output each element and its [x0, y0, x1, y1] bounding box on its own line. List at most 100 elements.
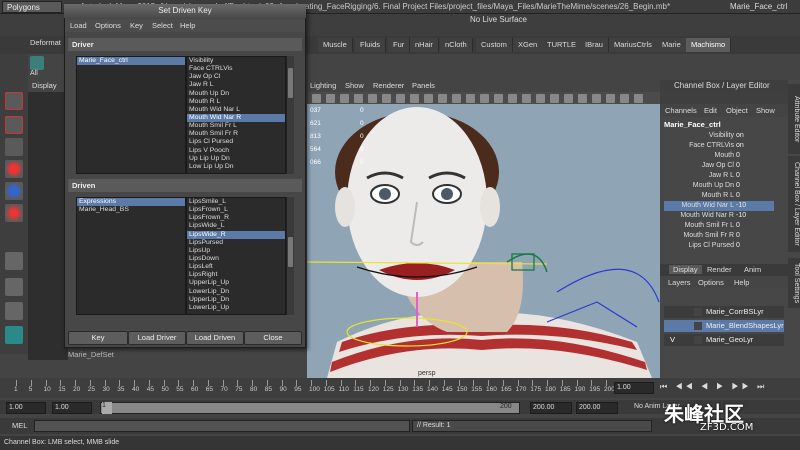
channel-value[interactable]: -10	[736, 201, 746, 211]
driven-attribute-list[interactable]: LipsSmile_L LipsFrown_L LipsFrown_R LipsWid…	[186, 197, 286, 315]
shelf-tab-fluids[interactable]: Fluids	[355, 38, 387, 52]
playback-controls[interactable]: ⏮ ◀◀ ◀ ▶ ▶▶ ⏭	[660, 382, 780, 394]
driven-attribute-item[interactable]: UpperLip_Up	[187, 279, 285, 287]
outliner-panel[interactable]	[28, 80, 68, 360]
viewport-tool-icon[interactable]	[592, 94, 601, 103]
driven-attribute-item[interactable]: LipsWide_R	[187, 230, 285, 239]
viewport-tool-icon[interactable]	[340, 94, 349, 103]
channel-row[interactable]: Visibility on	[664, 131, 774, 141]
mel-label[interactable]: MEL	[12, 421, 27, 430]
shelf-tab-muscle[interactable]: Muscle	[318, 38, 353, 52]
driver-attribute-item[interactable]: Lips Cl Pursed	[187, 138, 285, 146]
layer-item[interactable]: V Marie_GeoLyr	[664, 334, 784, 346]
driver-attribute-item[interactable]: Mouth Smil Fr R	[187, 130, 285, 138]
viewport-menu-renderer[interactable]: Renderer	[373, 81, 404, 90]
outliner-item[interactable]: Marie_DefSet	[68, 350, 114, 359]
viewport-tool-icon[interactable]	[494, 94, 503, 103]
layer-menu-options[interactable]: Options	[698, 278, 724, 287]
select-tool-icon[interactable]	[5, 92, 23, 110]
driver-attribute-list[interactable]: Visibility Face CTRLVis Jaw Op Cl Jaw R L Mo…	[186, 56, 286, 174]
sdk-menu-select[interactable]: Select	[152, 21, 173, 30]
viewport-tool-icon[interactable]	[368, 94, 377, 103]
sdk-menu-options[interactable]: Options	[95, 21, 121, 30]
viewport-tool-icon[interactable]	[634, 94, 643, 103]
load-driven-button[interactable]: Load Driven	[186, 331, 244, 345]
end-time-field[interactable]: 200.00	[576, 402, 618, 414]
layer-menu-help[interactable]: Help	[734, 278, 749, 287]
outliner-icon[interactable]	[5, 326, 23, 344]
viewport-menu-panels[interactable]: Panels	[412, 81, 435, 90]
layer-color-swatch[interactable]	[694, 322, 702, 330]
driver-attribute-item[interactable]: Mouth Wid Nar R	[187, 113, 285, 123]
channel-value[interactable]: 0	[736, 221, 740, 231]
driven-object-list[interactable]: Expressions Marie_Head_BS	[76, 197, 186, 315]
shelf-tab-ibrau[interactable]: IBrau	[580, 38, 609, 52]
move-tool-icon[interactable]	[5, 160, 23, 178]
layer-item[interactable]: Marie_BlendShapesLyr	[664, 320, 784, 332]
sdk-menu-help[interactable]: Help	[180, 21, 195, 30]
driver-attribute-item[interactable]: Mouth Smil Fr L	[187, 122, 285, 130]
all-icon[interactable]	[30, 56, 44, 70]
driven-attribute-item[interactable]: LipsUp	[187, 247, 285, 255]
channel-box-menu-show[interactable]: Show	[756, 106, 775, 115]
driver-object-list[interactable]: Marie_Face_ctrl	[76, 56, 186, 174]
driven-attribute-item[interactable]: LipsDown	[187, 255, 285, 263]
driven-object-item[interactable]: Marie_Head_BS	[77, 206, 185, 214]
scale-tool-icon[interactable]	[5, 204, 23, 222]
channel-row[interactable]: Mouth Wid Nar L -10	[664, 201, 774, 211]
side-tab[interactable]: Attribute Editor	[788, 84, 800, 154]
channel-box-menu-edit[interactable]: Edit	[704, 106, 717, 115]
playback-end-field[interactable]: 200.00	[530, 402, 572, 414]
viewport-tool-icon[interactable]	[480, 94, 489, 103]
channel-value[interactable]: 0	[736, 241, 740, 251]
command-input[interactable]	[34, 420, 410, 432]
range-slider[interactable]	[100, 402, 520, 414]
driver-attribute-item[interactable]: Jaw R L	[187, 81, 285, 89]
shelf-tab-marie[interactable]: Marie	[657, 38, 687, 52]
shelf-tab-custom[interactable]: Custom	[476, 38, 513, 52]
layout-side-icon[interactable]	[5, 302, 23, 320]
channel-value[interactable]: 0	[736, 191, 740, 201]
channel-row[interactable]: Mouth Smil Fr L0	[664, 221, 774, 231]
viewport-tool-icon[interactable]	[438, 94, 447, 103]
layer-color-swatch[interactable]	[694, 308, 702, 316]
layer-menu-layers[interactable]: Layers	[668, 278, 691, 287]
channel-row[interactable]: Mouth 0	[664, 151, 774, 161]
layout-single-icon[interactable]	[5, 252, 23, 270]
driver-scrollbar[interactable]	[286, 56, 294, 174]
viewport-tool-icon[interactable]	[396, 94, 405, 103]
live-surface-label[interactable]: No Live Surface	[470, 15, 527, 24]
channel-value[interactable]: 0	[736, 231, 740, 241]
channel-value[interactable]: on	[736, 141, 744, 151]
layer-tab-anim[interactable]: Anim	[744, 265, 761, 274]
layer-tool-icons[interactable]	[760, 290, 784, 302]
viewport-menu-lighting[interactable]: Lighting	[310, 81, 336, 90]
layer-color-swatch[interactable]	[694, 336, 702, 344]
shelf-tab-nhair[interactable]: nHair	[410, 38, 439, 52]
driven-attribute-item[interactable]: LipsPursed	[187, 239, 285, 247]
driver-attribute-item[interactable]: Up Lip Up Dn	[187, 155, 285, 163]
channel-value[interactable]: 0	[736, 171, 740, 181]
channel-row[interactable]: Jaw R L0	[664, 171, 774, 181]
channel-row[interactable]: Mouth Wid Nar R -10	[664, 211, 774, 221]
viewport-tool-icon[interactable]	[620, 94, 629, 103]
load-driver-button[interactable]: Load Driver	[128, 331, 186, 345]
driver-attribute-item[interactable]: Jaw Op Cl	[187, 73, 285, 81]
shelf-tab-turtle[interactable]: TURTLE	[542, 38, 583, 52]
viewport-tool-icon[interactable]	[326, 94, 335, 103]
viewport-tool-icon[interactable]	[312, 94, 321, 103]
side-tab[interactable]: Channel Box / Layer Editor	[788, 156, 800, 252]
driven-attribute-item[interactable]: LipsRight	[187, 271, 285, 279]
channel-value[interactable]: 0	[736, 151, 740, 161]
channel-row[interactable]: Mouth Up Dn 0	[664, 181, 774, 191]
driven-attribute-item[interactable]: UpperLip_Dn	[187, 296, 285, 304]
viewport-tool-icon[interactable]	[382, 94, 391, 103]
viewport-tool-icon[interactable]	[410, 94, 419, 103]
driver-attribute-item[interactable]: Lips V Pooch	[187, 147, 285, 155]
channel-box-object-name[interactable]: Marie_Face_ctrl	[664, 120, 721, 129]
shelf-tab-fur[interactable]: Fur	[388, 38, 411, 52]
driven-attribute-item[interactable]: LipsLeft	[187, 263, 285, 271]
channel-row[interactable]: Mouth Smil Fr R0	[664, 231, 774, 241]
driver-attribute-item[interactable]: Mouth R L	[187, 98, 285, 106]
close-button[interactable]: Close	[244, 331, 302, 345]
